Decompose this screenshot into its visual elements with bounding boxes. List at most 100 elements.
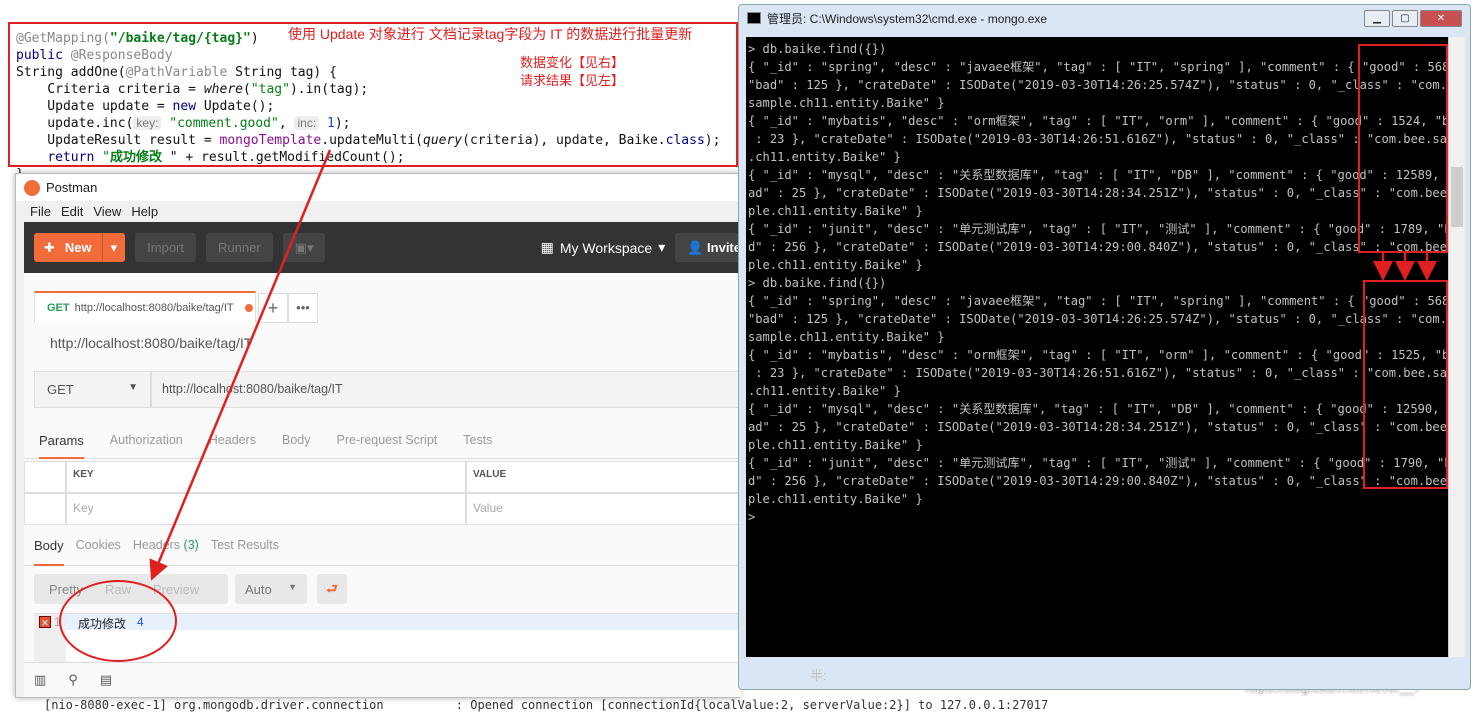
- tab-authorization[interactable]: Authorization: [110, 433, 183, 458]
- tab-headers[interactable]: Headers: [209, 433, 256, 458]
- code-line: Criteria criteria = where("tag").in(tag)…: [16, 82, 369, 97]
- tab-params[interactable]: Params: [39, 433, 84, 459]
- add-tab-button[interactable]: +: [258, 293, 288, 323]
- cmd-icon: [747, 12, 761, 24]
- console-line: ple.ch11.entity.Baike" }: [748, 258, 923, 272]
- window-title: 管理员: C:\Windows\system32\cmd.exe - mongo…: [767, 11, 1048, 26]
- value-input[interactable]: Value: [466, 493, 741, 525]
- menu-bar: File Edit View Help: [24, 201, 741, 222]
- response-text: 成功修改: [78, 617, 127, 631]
- tab-response-headers[interactable]: Headers (3): [133, 538, 199, 565]
- key-column-header: KEY: [66, 461, 466, 493]
- grid-icon: ▦: [540, 239, 554, 255]
- chevron-down-icon: ▼: [288, 582, 297, 592]
- import-button[interactable]: Import: [135, 233, 197, 262]
- console-line: sample.ch11.entity.Baike" }: [748, 330, 945, 344]
- new-window-button[interactable]: ▣▾: [282, 233, 326, 262]
- console-line: sample.ch11.entity.Baike" }: [748, 96, 945, 110]
- postman-window: Postman File Edit View Help ✚ New ▾ Import…: [15, 173, 741, 698]
- wrap-lines-button[interactable]: ⮐: [317, 574, 347, 604]
- console-line: >: [748, 510, 756, 524]
- plus-icon: ✚: [44, 239, 55, 255]
- method-select[interactable]: GET ▼: [34, 371, 151, 408]
- maximize-button[interactable]: ▢: [1392, 9, 1418, 27]
- scrollbar[interactable]: [1448, 37, 1465, 657]
- title-bar: Postman: [16, 174, 739, 201]
- params-check-header: [24, 461, 66, 493]
- request-tab[interactable]: GET http://localhost:8080/baike/tag/IT: [34, 291, 256, 323]
- annotation-result: 请求结果【见左】: [520, 73, 625, 88]
- minimize-button[interactable]: ▁: [1364, 9, 1390, 27]
- chevron-down-icon[interactable]: ▾: [101, 233, 126, 262]
- code-line: String addOne(@PathVariable String tag) …: [16, 65, 337, 80]
- key-input[interactable]: Key: [66, 493, 466, 525]
- console-line: d" : 256 }, "crateDate" : ISODate("2019-…: [748, 474, 1448, 488]
- tab-response-body[interactable]: Body: [34, 538, 64, 566]
- add-window-icon: ▣▾: [294, 239, 314, 255]
- code-snippet: @GetMapping("/baike/tag/{tag}") public @R…: [8, 22, 738, 182]
- tab-test-results[interactable]: Test Results: [211, 538, 279, 565]
- cmd-window: 管理员: C:\Windows\system32\cmd.exe - mongo…: [738, 4, 1471, 690]
- console-line: ple.ch11.entity.Baike" }: [748, 492, 923, 506]
- error-marker-icon: ✕: [39, 616, 51, 628]
- user-icon: 👤: [687, 239, 704, 255]
- scrollbar-thumb[interactable]: [1451, 167, 1463, 227]
- runner-button[interactable]: Runner: [206, 233, 273, 262]
- raw-button[interactable]: Raw: [105, 582, 131, 597]
- console-line: { "_id" : "mybatis", "desc" : "orm框架", "…: [748, 114, 1448, 128]
- invite-button[interactable]: 👤 Invite: [675, 233, 741, 262]
- sidebar-toggle-icon[interactable]: ▥: [34, 672, 46, 688]
- response-tabs: Body Cookies Headers (3) Test Results: [24, 538, 741, 566]
- preview-button[interactable]: Preview: [153, 582, 199, 597]
- status-bar: ▥ ⚲ ▤: [24, 662, 741, 697]
- params-check[interactable]: [24, 493, 66, 525]
- console-icon[interactable]: ▤: [100, 672, 112, 688]
- code-line: public @ResponseBody: [16, 48, 173, 63]
- tab-body[interactable]: Body: [282, 433, 311, 458]
- format-select[interactable]: Auto ▼: [235, 574, 307, 604]
- workspace-switcher[interactable]: ▦ My Workspace ▾: [541, 239, 666, 256]
- window-title: Postman: [46, 180, 98, 195]
- console-line: ad" : 25 }, "crateDate" : ISODate("2019-…: [748, 420, 1448, 434]
- console-line: { "_id" : "mysql", "desc" : "关系型数据库", "t…: [748, 402, 1448, 416]
- console-output[interactable]: > db.baike.find({}) { "_id" : "spring", "…: [746, 37, 1448, 657]
- console-line: : 23 }, "crateDate" : ISODate("2019-03-3…: [748, 132, 1448, 146]
- log-line: [nio-8080-exec-1] org.mongodb.driver.con…: [44, 698, 1049, 712]
- more-tabs-button[interactable]: •••: [288, 293, 318, 323]
- tab-cookies[interactable]: Cookies: [76, 538, 121, 565]
- console-line: .ch11.entity.Baike" }: [748, 384, 901, 398]
- menu-view[interactable]: View: [93, 204, 121, 219]
- code-line: update.inc(key: "comment.good", inc: 1);: [16, 116, 351, 131]
- view-mode-group: Pretty Raw Preview: [34, 574, 228, 604]
- console-line: > db.baike.find({}): [748, 276, 887, 290]
- postman-logo-icon: [24, 179, 40, 196]
- annotation-data: 数据变化【见右】: [520, 55, 625, 70]
- url-input[interactable]: http://localhost:8080/baike/tag/IT: [151, 371, 741, 408]
- toolbar: ✚ New ▾ Import Runner ▣▾ ▦ My Workspace ▾ 👤 …: [24, 222, 741, 273]
- close-button[interactable]: ✕: [1420, 9, 1462, 27]
- console-line: { "_id" : "junit", "desc" : "单元测试库", "ta…: [748, 456, 1448, 470]
- console-line: { "_id" : "mybatis", "desc" : "orm框架", "…: [748, 348, 1448, 362]
- console-line: { "_id" : "spring", "desc" : "javaee框架",…: [748, 294, 1448, 308]
- chevron-down-icon: ▾: [658, 239, 666, 255]
- title-bar: 管理员: C:\Windows\system32\cmd.exe - mongo…: [739, 5, 1470, 31]
- console-line: > db.baike.find({}): [748, 42, 887, 56]
- tab-tests[interactable]: Tests: [463, 433, 492, 458]
- search-icon[interactable]: ⚲: [68, 672, 78, 688]
- request-tabs: Params Authorization Headers Body Pre-re…: [24, 433, 741, 459]
- tab-pre-request-script[interactable]: Pre-request Script: [337, 433, 438, 458]
- console-line: { "_id" : "junit", "desc" : "单元测试库", "ta…: [748, 222, 1448, 236]
- annotation-title: 使用 Update 对象进行 文档记录tag字段为 IT 的数据进行批量更新: [288, 26, 693, 42]
- response-body: ✕ 1 成功修改 4: [34, 613, 741, 662]
- menu-file[interactable]: File: [30, 204, 51, 219]
- value-column-header: VALUE: [466, 461, 741, 493]
- pretty-button[interactable]: Pretty: [49, 582, 83, 597]
- response-count: 4: [137, 615, 144, 629]
- console-line: .ch11.entity.Baike" }: [748, 150, 901, 164]
- console-line: ad" : 25 }, "crateDate" : ISODate("2019-…: [748, 186, 1448, 200]
- menu-edit[interactable]: Edit: [61, 204, 83, 219]
- new-button[interactable]: ✚ New ▾: [34, 233, 126, 262]
- console-line: { "_id" : "spring", "desc" : "javaee框架",…: [748, 60, 1448, 74]
- menu-help[interactable]: Help: [131, 204, 158, 219]
- code-line: Update update = new Update();: [16, 99, 275, 114]
